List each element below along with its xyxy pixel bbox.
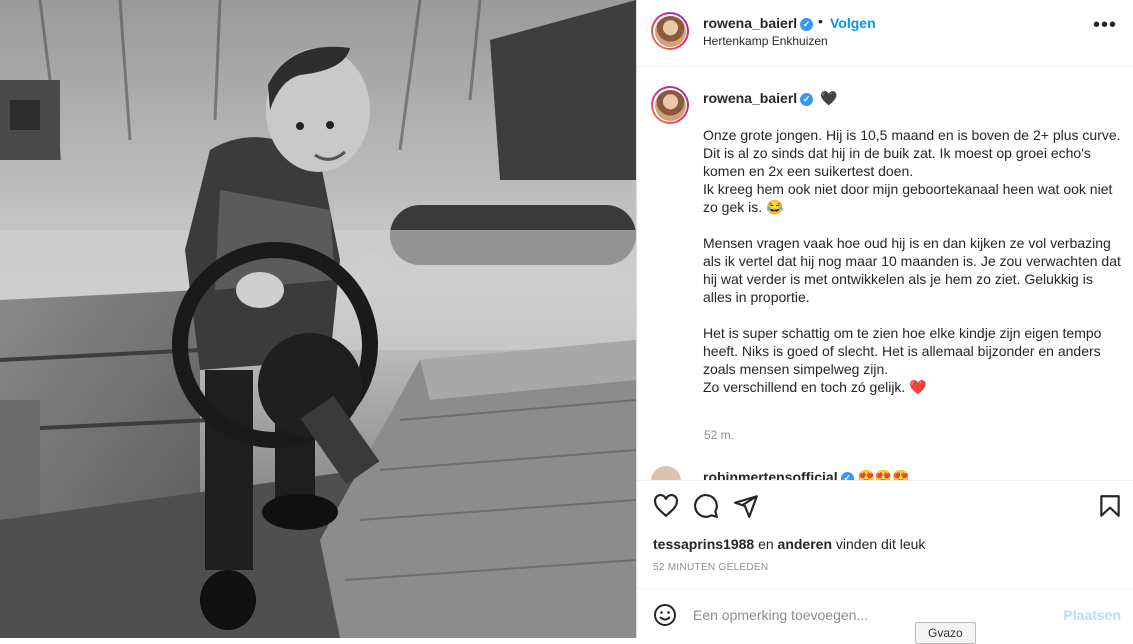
- location-link[interactable]: Hertenkamp Enkhuizen: [703, 34, 828, 48]
- post-caption: Onze grote jongen. Hij is 10,5 maand en …: [703, 126, 1125, 414]
- comment-input[interactable]: Een opmerking toevoegen...: [693, 607, 868, 623]
- verified-badge-icon: ✓: [800, 17, 814, 31]
- comment-box: Een opmerking toevoegen... Plaatsen: [637, 588, 1133, 639]
- photo-image: [0, 0, 636, 638]
- heart-icon[interactable]: [653, 493, 679, 519]
- post-timestamp[interactable]: 52 MINUTEN GELEDEN: [653, 562, 768, 573]
- tooltip: Gvazo: [915, 622, 976, 644]
- caption-username-text[interactable]: rowena_baierl: [703, 90, 797, 106]
- caption-paragraph: Mensen vragen vaak hoe oud hij is en dan…: [703, 235, 1121, 305]
- caption-avatar[interactable]: [651, 86, 689, 124]
- comment-text: 😍😍😍: [857, 469, 910, 480]
- emoji-icon[interactable]: [653, 603, 677, 627]
- post-header: rowena_baierl ✓ • Volgen Hertenkamp Enkhu…: [637, 0, 1133, 67]
- post-photo[interactable]: [0, 0, 636, 638]
- liked-by-user-link[interactable]: tessaprins1988: [653, 536, 754, 552]
- caption-username[interactable]: rowena_baierl ✓ 🖤: [703, 90, 837, 107]
- more-options-icon[interactable]: •••: [1093, 14, 1117, 37]
- follow-button[interactable]: Volgen: [830, 15, 876, 31]
- caption-paragraph: Onze grote jongen. Hij is 10,5 maand en …: [703, 127, 1121, 215]
- commenter-avatar[interactable]: [651, 466, 681, 480]
- share-icon[interactable]: [733, 493, 759, 519]
- caption-paragraph: Het is super schattig om te zien hoe elk…: [703, 325, 1102, 395]
- author-avatar[interactable]: [651, 12, 689, 50]
- likes-suffix: vinden dit leuk: [835, 536, 926, 552]
- caption-heart-emoji: 🖤: [820, 90, 838, 106]
- next-comment-peek: robinmertensofficial ✓ 😍😍😍: [651, 466, 1121, 480]
- post-actions: [637, 480, 1133, 531]
- caption-timestamp[interactable]: 52 m.: [704, 428, 734, 442]
- author-username[interactable]: rowena_baierl ✓: [703, 15, 814, 31]
- post-comment-button[interactable]: Plaatsen: [1063, 607, 1121, 623]
- likes-summary: tessaprins1988 en anderen vinden dit leu…: [653, 536, 925, 552]
- bookmark-icon[interactable]: [1097, 493, 1123, 519]
- commenter-username[interactable]: robinmertensofficial: [703, 469, 838, 480]
- author-username-text[interactable]: rowena_baierl: [703, 15, 797, 31]
- verified-badge-icon: ✓: [840, 471, 854, 480]
- post-details-panel: rowena_baierl ✓ • Volgen Hertenkamp Enkhu…: [636, 0, 1133, 638]
- liked-by-others-link[interactable]: anderen: [778, 536, 832, 552]
- likes-connector: en: [758, 536, 774, 552]
- comment-icon[interactable]: [693, 493, 719, 519]
- verified-badge-icon: ✓: [800, 92, 814, 106]
- separator-dot: •: [818, 13, 823, 29]
